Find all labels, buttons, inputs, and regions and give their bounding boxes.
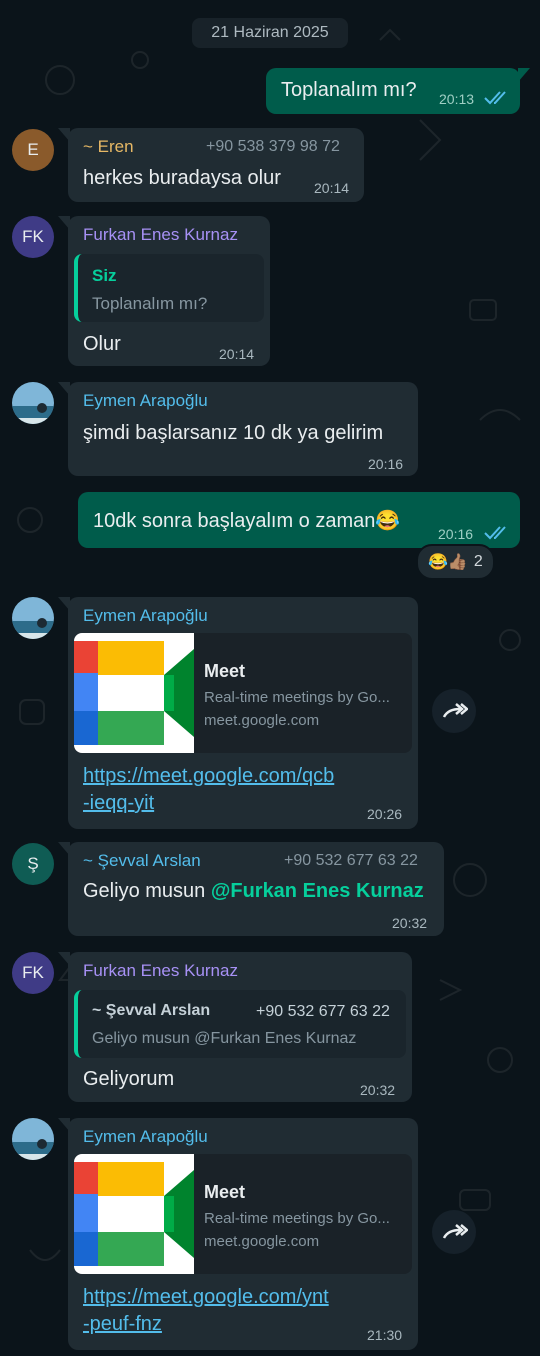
read-ticks-icon xyxy=(484,91,506,105)
preview-thumbnail xyxy=(74,633,194,753)
message-text: Geliyorum xyxy=(83,1068,175,1090)
message-time: 20:16 xyxy=(438,526,474,542)
outgoing-message[interactable]: 10dk sonra başlayalım o zaman😂 20:16 xyxy=(78,492,520,548)
sender-name[interactable]: Furkan Enes Kurnaz xyxy=(83,961,238,981)
message-link[interactable]: https://meet.google.com/qcb xyxy=(83,765,334,788)
message-time: 20:14 xyxy=(219,346,255,362)
avatar[interactable] xyxy=(12,382,54,424)
quote-text: Toplanalım mı? xyxy=(92,294,208,313)
reaction-count: 2 xyxy=(473,553,483,570)
forward-button[interactable] xyxy=(432,1210,476,1254)
preview-thumbnail xyxy=(74,1154,194,1274)
profile-photo xyxy=(12,382,54,424)
avatar[interactable]: E xyxy=(12,129,54,171)
google-meet-icon xyxy=(74,641,194,745)
preview-title: Meet xyxy=(204,1182,246,1202)
mention[interactable]: @Furkan Enes Kurnaz xyxy=(211,880,424,902)
message-text: herkes buradaysa olur xyxy=(83,167,281,189)
incoming-message[interactable]: Furkan Enes Kurnaz ~ Şevval Arslan +90 5… xyxy=(68,952,412,1102)
message-text-prefix: Geliyo musun xyxy=(83,880,211,902)
message-text: şimdi başlarsanız 10 dk ya gelirim xyxy=(83,422,384,444)
sender-phone: +90 532 677 63 22 xyxy=(284,852,418,869)
preview-title: Meet xyxy=(204,661,246,681)
forward-icon xyxy=(442,1224,468,1239)
bubble-tail xyxy=(518,68,530,82)
date-separator: 21 Haziran 2025 xyxy=(192,18,348,48)
message-time: 20:32 xyxy=(360,1082,396,1098)
incoming-message[interactable]: Eymen Arapoğlu Meet Real-time meetings b… xyxy=(68,1118,418,1350)
avatar-initial: FK xyxy=(22,963,44,982)
sender-name[interactable]: ~ Eren xyxy=(83,137,134,157)
preview-domain: meet.google.com xyxy=(204,712,320,729)
reactions-pill[interactable]: 😂👍🏽 2 xyxy=(416,544,495,580)
link-preview[interactable]: Meet Real-time meetings by Go... meet.go… xyxy=(74,633,412,753)
reaction-emojis: 😂👍🏽 xyxy=(428,554,468,571)
avatar[interactable] xyxy=(12,1118,54,1160)
preview-domain: meet.google.com xyxy=(204,1233,320,1250)
message-link-continued[interactable]: -peuf-fnz xyxy=(83,1313,162,1336)
avatar[interactable]: FK xyxy=(12,216,54,258)
quoted-message[interactable]: ~ Şevval Arslan +90 532 677 63 22 Geliyo… xyxy=(74,990,406,1058)
message-text: Geliyo musun @Furkan Enes Kurnaz xyxy=(83,880,424,903)
message-time: 20:26 xyxy=(367,806,403,822)
quote-phone: +90 532 677 63 22 xyxy=(256,1003,390,1020)
quote-sender: Siz xyxy=(92,266,117,285)
google-meet-icon xyxy=(74,1162,194,1266)
message-link[interactable]: https://meet.google.com/ynt xyxy=(83,1286,329,1309)
avatar[interactable] xyxy=(12,597,54,639)
quoted-message[interactable]: Siz Toplanalım mı? xyxy=(74,254,264,322)
avatar-initial: E xyxy=(27,140,39,159)
message-time: 21:30 xyxy=(367,1327,403,1343)
quote-text: Geliyo musun @Furkan Enes Kurnaz xyxy=(92,1030,357,1047)
forward-button[interactable] xyxy=(432,689,476,733)
preview-description: Real-time meetings by Go... xyxy=(204,689,390,706)
profile-photo xyxy=(12,1118,54,1160)
incoming-message[interactable]: Eymen Arapoğlu şimdi başlarsanız 10 dk y… xyxy=(68,382,418,476)
sender-name[interactable]: Furkan Enes Kurnaz xyxy=(83,225,238,245)
incoming-message[interactable]: Furkan Enes Kurnaz Siz Toplanalım mı? Ol… xyxy=(68,216,270,366)
outgoing-message[interactable]: Toplanalım mı? 20:13 xyxy=(266,68,520,114)
message-time: 20:16 xyxy=(368,456,404,472)
read-ticks-icon xyxy=(484,526,506,540)
preview-description: Real-time meetings by Go... xyxy=(204,1210,390,1227)
avatar-initial: Ş xyxy=(27,854,39,873)
sender-name[interactable]: Eymen Arapoğlu xyxy=(83,391,208,411)
link-preview[interactable]: Meet Real-time meetings by Go... meet.go… xyxy=(74,1154,412,1274)
quote-sender: ~ Şevval Arslan xyxy=(92,1002,211,1019)
message-link-continued[interactable]: -ieqq-yit xyxy=(83,792,154,815)
incoming-message[interactable]: Eymen Arapoğlu Meet Real-time meetings b… xyxy=(68,597,418,829)
sender-name[interactable]: ~ Şevval Arslan xyxy=(83,851,201,871)
incoming-message[interactable]: ~ Şevval Arslan +90 532 677 63 22 Geliyo… xyxy=(68,842,444,936)
incoming-message[interactable]: ~ Eren +90 538 379 98 72 herkes buradays… xyxy=(68,128,364,202)
sender-name[interactable]: Eymen Arapoğlu xyxy=(83,1127,208,1147)
profile-photo xyxy=(12,597,54,639)
avatar-initial: FK xyxy=(22,227,44,246)
message-text: 10dk sonra başlayalım o zaman😂 xyxy=(93,510,401,532)
sender-name[interactable]: Eymen Arapoğlu xyxy=(83,606,208,626)
forward-icon xyxy=(442,703,468,718)
message-time: 20:13 xyxy=(439,91,475,107)
avatar[interactable]: Ş xyxy=(12,843,54,885)
message-time: 20:14 xyxy=(314,180,350,196)
message-time: 20:32 xyxy=(392,915,428,931)
avatar[interactable]: FK xyxy=(12,952,54,994)
message-text: Toplanalım mı? xyxy=(281,79,417,101)
message-text: Olur xyxy=(83,333,121,355)
sender-phone: +90 538 379 98 72 xyxy=(206,138,340,155)
